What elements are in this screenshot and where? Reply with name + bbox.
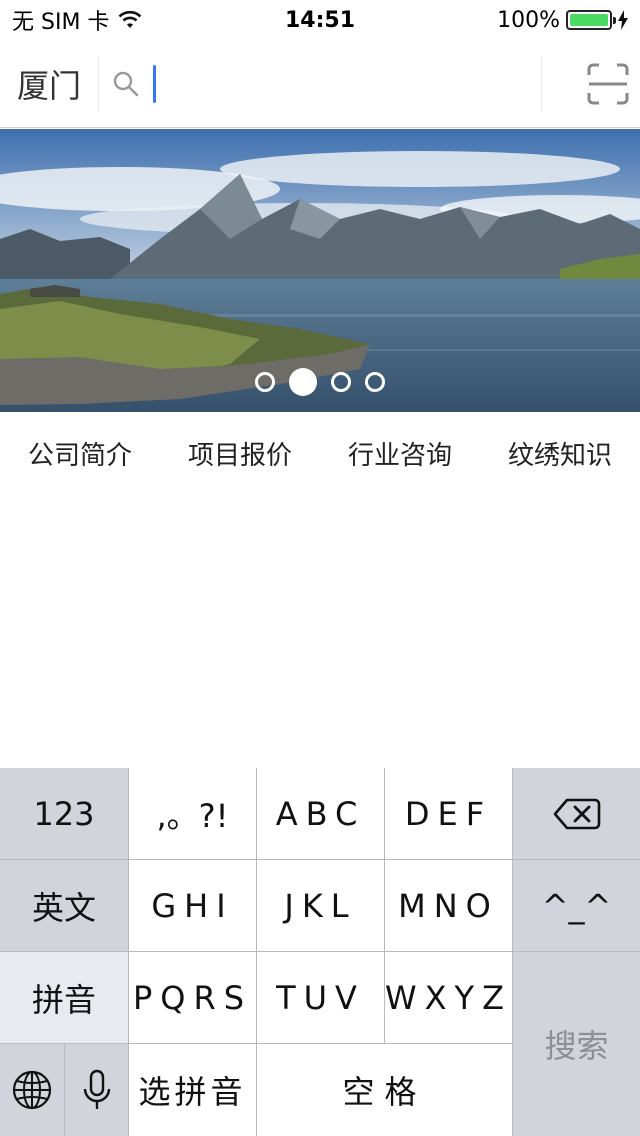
key-emoticon[interactable]: ^_^ <box>513 860 640 952</box>
battery-cap <box>613 17 616 24</box>
category-menu: 公司简介 项目报价 行业咨询 纹绣知识 <box>0 412 640 500</box>
carousel-indicator <box>0 368 640 396</box>
key-voice[interactable] <box>65 1044 129 1136</box>
keyboard: 123 ,。?! ABC DEF 英文 GHI JKL MNO ^_^ 拼音 P… <box>0 768 640 1136</box>
key-pinyin[interactable]: 拼音 <box>0 952 129 1044</box>
charging-icon <box>618 10 628 30</box>
category-tattoo-knowledge[interactable]: 纹绣知识 <box>480 412 640 500</box>
key-globe[interactable] <box>0 1044 65 1136</box>
key-search[interactable]: 搜索 <box>513 952 640 1136</box>
key-jkl[interactable]: JKL <box>257 860 385 952</box>
battery-icon <box>566 10 616 30</box>
battery-fill <box>570 14 608 26</box>
city-selector[interactable]: 厦门 <box>0 61 98 107</box>
battery-percent: 100% <box>497 7 560 33</box>
carousel-dot-2[interactable] <box>289 368 317 396</box>
key-punctuation[interactable]: ,。?! <box>129 768 257 860</box>
key-mno[interactable]: MNO <box>385 860 513 952</box>
key-english[interactable]: 英文 <box>0 860 129 952</box>
banner-carousel[interactable] <box>0 129 640 412</box>
key-select-pinyin[interactable]: 选拼音 <box>129 1044 257 1136</box>
backspace-icon <box>553 798 600 829</box>
key-space[interactable]: 空格 <box>257 1044 513 1136</box>
carousel-dot-1[interactable] <box>255 372 275 392</box>
key-pqrs[interactable]: PQRS <box>129 952 257 1044</box>
microphone-icon <box>83 1069 110 1109</box>
category-industry-consult[interactable]: 行业咨询 <box>320 412 480 500</box>
wifi-icon <box>119 10 142 28</box>
carrier-label: 无 SIM 卡 <box>12 10 110 35</box>
carousel-dot-4[interactable] <box>365 372 385 392</box>
category-project-quote[interactable]: 项目报价 <box>160 412 320 500</box>
header-bar: 厦门 <box>0 40 640 128</box>
globe-icon <box>12 1070 52 1110</box>
status-left: 无 SIM 卡 <box>12 4 143 36</box>
key-delete[interactable] <box>513 768 640 860</box>
key-tuv[interactable]: TUV <box>257 952 385 1044</box>
category-company-intro[interactable]: 公司简介 <box>0 412 160 500</box>
carousel-dot-3[interactable] <box>331 372 351 392</box>
text-caret <box>153 64 156 103</box>
search-icon <box>113 71 139 96</box>
scan-icon[interactable] <box>586 62 630 106</box>
status-bar: 无 SIM 卡 14:51 100% <box>0 0 640 40</box>
key-def[interactable]: DEF <box>385 768 513 860</box>
search-input[interactable] <box>98 57 542 110</box>
key-abc[interactable]: ABC <box>257 768 385 860</box>
key-numbers[interactable]: 123 <box>0 768 129 860</box>
key-wxyz[interactable]: WXYZ <box>385 952 513 1044</box>
key-ghi[interactable]: GHI <box>129 860 257 952</box>
status-right: 100% <box>497 8 628 33</box>
